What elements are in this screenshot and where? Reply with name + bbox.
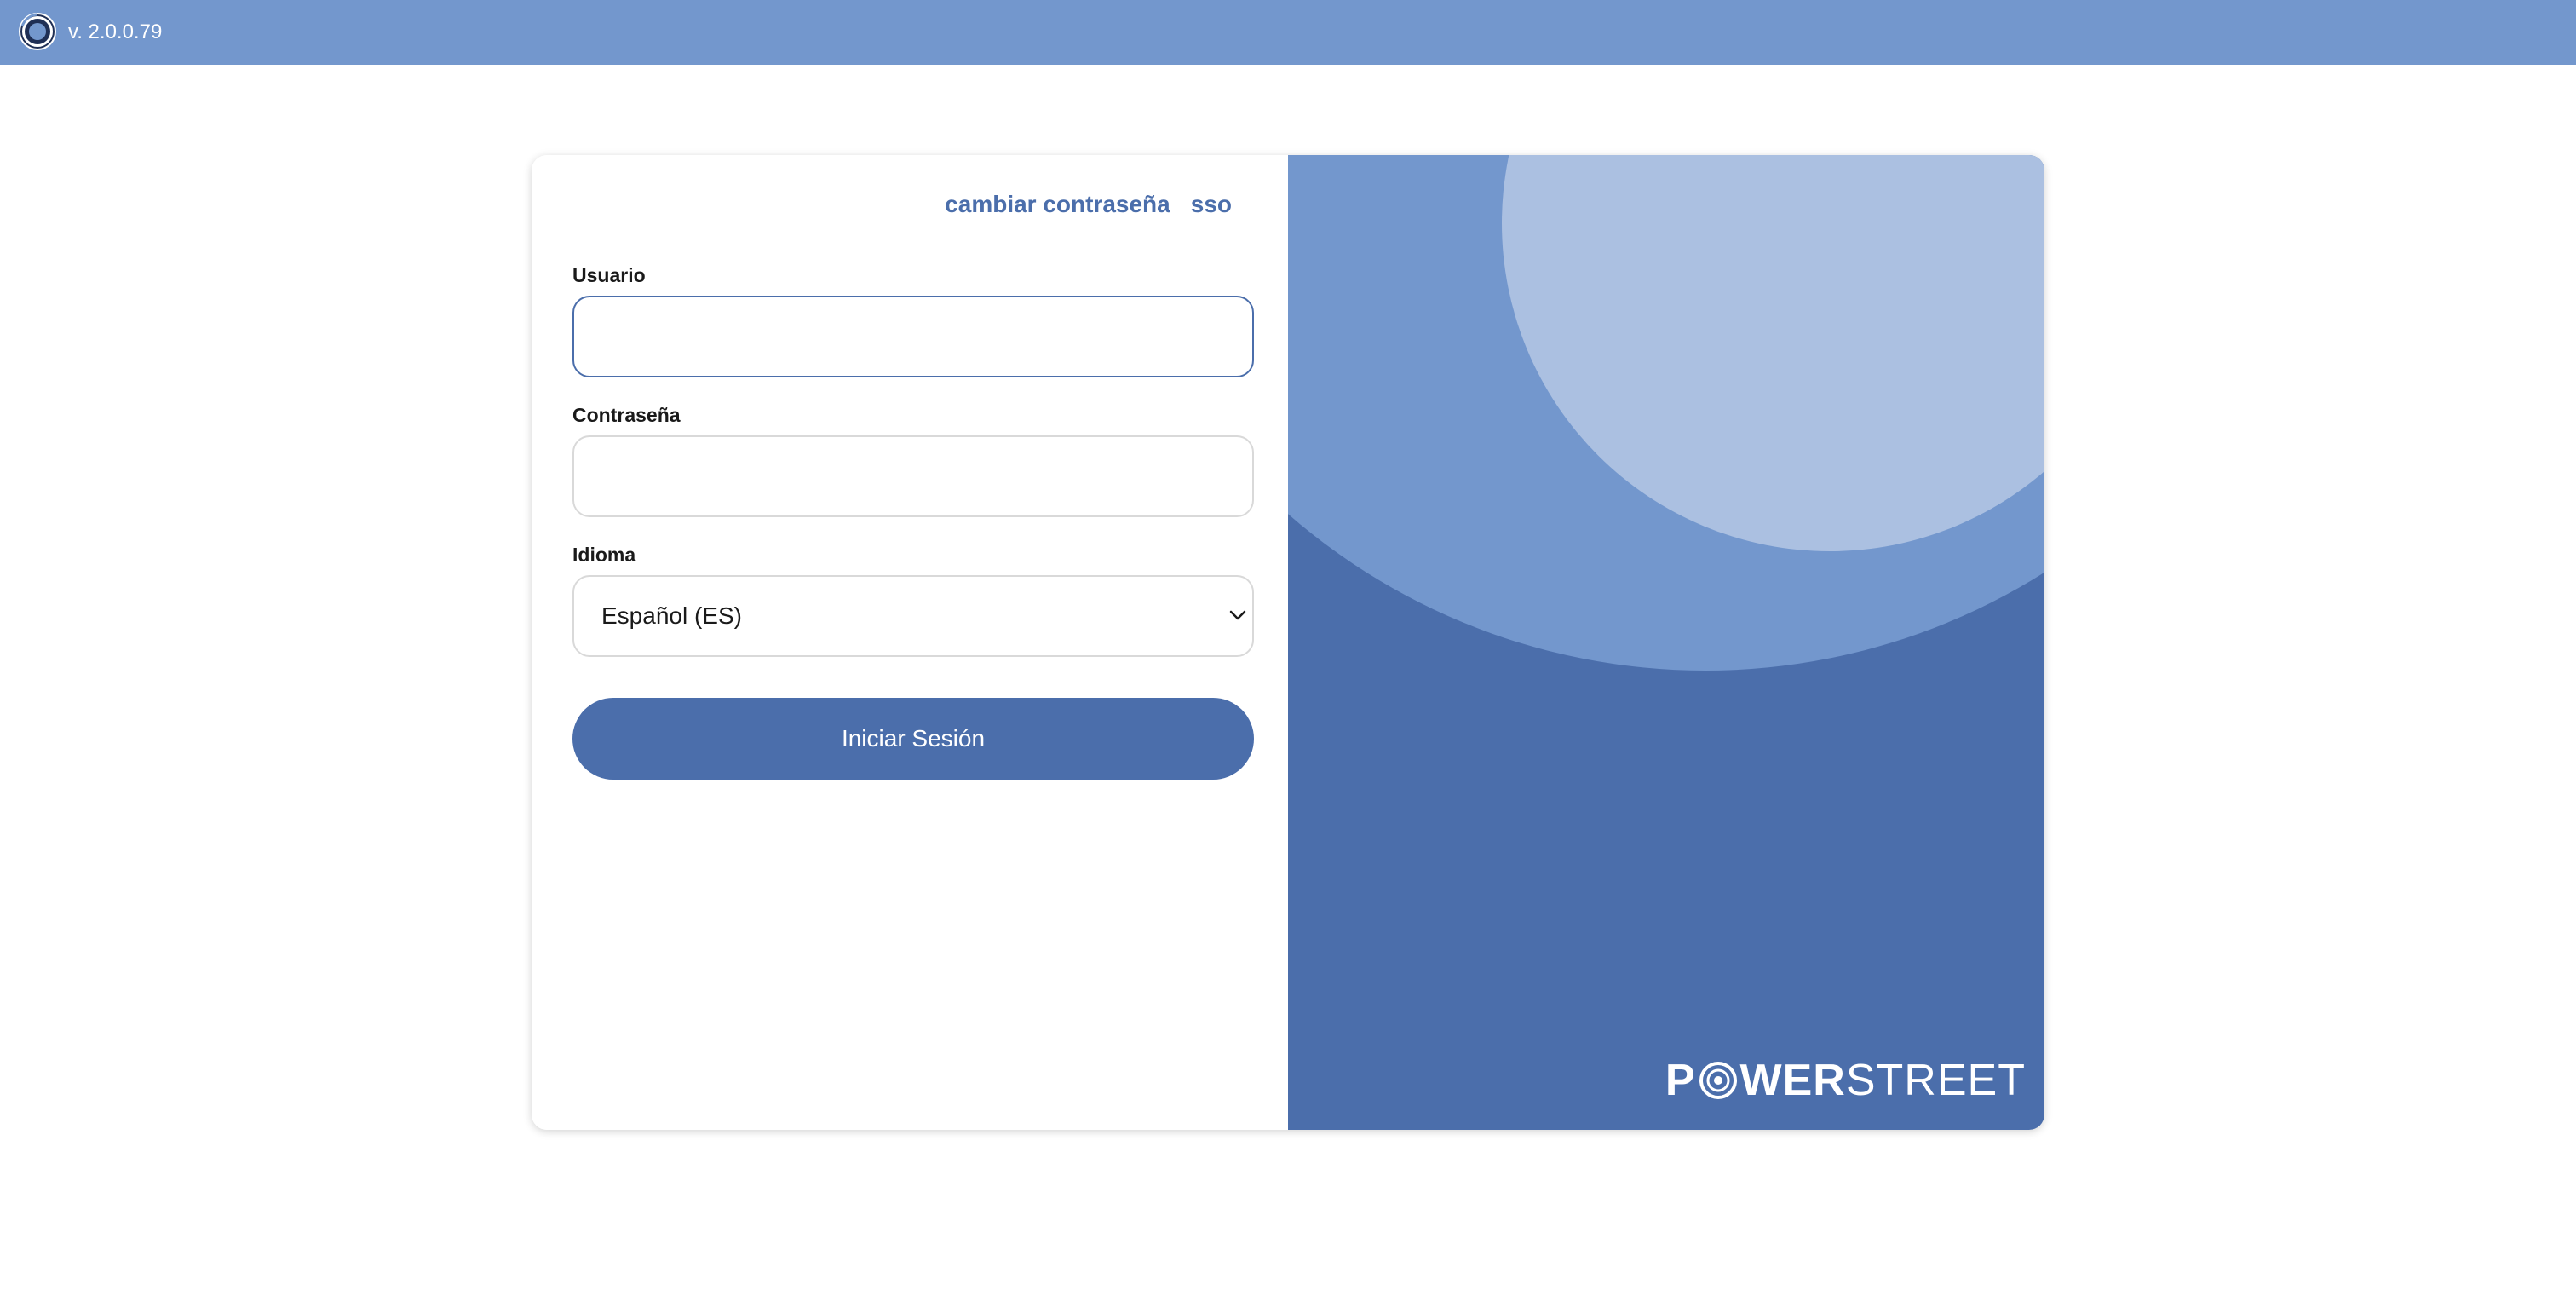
language-label: Idioma — [572, 544, 636, 566]
app-version: v. 2.0.0.79 — [68, 20, 163, 43]
brand-o-icon — [1699, 1061, 1738, 1100]
auth-links: cambiar contraseña sso — [945, 191, 1232, 218]
language-selected-value: Español (ES) — [601, 602, 742, 629]
top-bar: v. 2.0.0.79 — [0, 0, 2576, 65]
login-form-pane: cambiar contraseña sso Usuario Contraseñ… — [532, 155, 1288, 1130]
change-password-link[interactable]: cambiar contraseña — [945, 191, 1170, 218]
brand-name-wer: WER — [1739, 1056, 1846, 1105]
login-card: cambiar contraseña sso Usuario Contraseñ… — [532, 155, 2044, 1130]
brand-pane: P WER STREET — [1288, 155, 2044, 1130]
language-select[interactable]: Español (ES) — [572, 575, 1254, 657]
sso-link[interactable]: sso — [1191, 191, 1232, 218]
brand-name-p: P — [1665, 1056, 1696, 1105]
decorative-circles — [1288, 155, 2044, 671]
app-logo-icon — [17, 11, 58, 52]
brand-logo: P WER STREET — [1665, 1058, 2026, 1103]
username-label: Usuario — [572, 264, 646, 286]
password-label: Contraseña — [572, 404, 681, 426]
chevron-down-icon — [1228, 609, 1247, 625]
brand-name-street: STREET — [1845, 1056, 2026, 1105]
username-input[interactable] — [572, 296, 1254, 377]
password-input[interactable] — [572, 435, 1254, 517]
login-button[interactable]: Iniciar Sesión — [572, 698, 1254, 780]
